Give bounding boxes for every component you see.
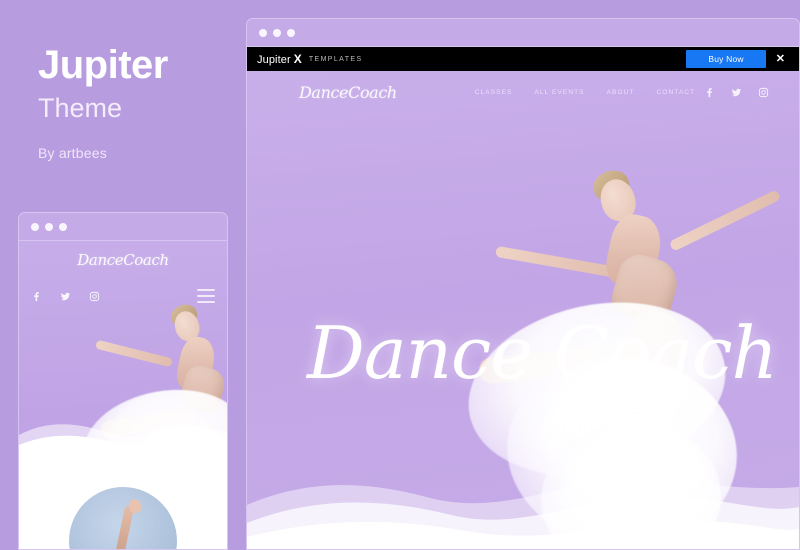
nav-link-contact[interactable]: CONTACT <box>657 89 696 96</box>
site-navigation-bar: DanceCoach CLASSES ALL EVENTS ABOUT CONT… <box>247 71 799 113</box>
mobile-site-viewport: DanceCoach <box>19 241 227 549</box>
page-title: Jupiter <box>38 43 168 87</box>
window-dot-maximize[interactable] <box>59 222 67 231</box>
site-logo[interactable]: DanceCoach <box>299 83 397 102</box>
window-dot-maximize[interactable] <box>287 28 295 37</box>
wave-decoration <box>247 439 799 549</box>
screenshot-root: Jupiter Theme By artbees Jupiter X TEMPL… <box>0 0 800 550</box>
theme-promo-block: Jupiter Theme By artbees <box>38 44 238 161</box>
mobile-browser-mockup: DanceCoach <box>18 212 228 550</box>
hero-title: Dance Coach <box>307 311 778 395</box>
mobile-wave-decoration <box>19 413 227 461</box>
buy-now-button[interactable]: Buy Now <box>686 50 766 68</box>
jupiterx-promo-bar: Jupiter X TEMPLATES Buy Now ✕ <box>247 47 799 71</box>
mobile-browser-chrome <box>19 213 227 241</box>
desktop-browser-chrome <box>247 19 799 47</box>
instagram-icon[interactable] <box>758 87 769 98</box>
hamburger-line-2 <box>197 295 215 297</box>
primary-nav-links: CLASSES ALL EVENTS ABOUT CONTACT <box>475 89 695 96</box>
jupiterx-logo-word: Jupiter <box>257 54 291 66</box>
twitter-icon[interactable] <box>731 87 742 98</box>
window-dot-close[interactable] <box>259 28 267 37</box>
twitter-icon[interactable] <box>60 289 71 301</box>
facebook-icon[interactable] <box>704 87 715 98</box>
nav-link-about[interactable]: ABOUT <box>607 89 635 96</box>
hamburger-menu-icon[interactable] <box>197 289 215 307</box>
nav-link-all-events[interactable]: ALL EVENTS <box>534 89 584 96</box>
jupiterx-logo-x: X <box>293 52 302 66</box>
mobile-site-logo[interactable]: DanceCoach <box>19 251 227 269</box>
desktop-browser-mockup: Jupiter X TEMPLATES Buy Now ✕ DanceCoach… <box>246 18 800 550</box>
window-dot-close[interactable] <box>31 222 39 231</box>
window-dot-minimize[interactable] <box>45 222 53 231</box>
facebook-icon[interactable] <box>31 289 42 302</box>
page-subtitle: Theme <box>38 93 123 123</box>
mobile-social-links <box>31 289 100 302</box>
jupiterx-logo[interactable]: Jupiter X <box>257 52 302 66</box>
hamburger-line-3 <box>197 301 215 303</box>
instagram-icon[interactable] <box>89 289 100 302</box>
nav-link-classes[interactable]: CLASSES <box>475 89 513 96</box>
close-icon[interactable]: ✕ <box>766 53 793 65</box>
hamburger-line-1 <box>197 289 215 291</box>
social-links <box>704 87 769 98</box>
theme-author: By artbees <box>38 144 107 161</box>
desktop-site-viewport: Jupiter X TEMPLATES Buy Now ✕ DanceCoach… <box>247 47 799 549</box>
jupiterx-templates-label: TEMPLATES <box>308 55 363 63</box>
hero-section: Dance Coach <box>247 47 799 549</box>
window-dot-minimize[interactable] <box>273 28 281 37</box>
